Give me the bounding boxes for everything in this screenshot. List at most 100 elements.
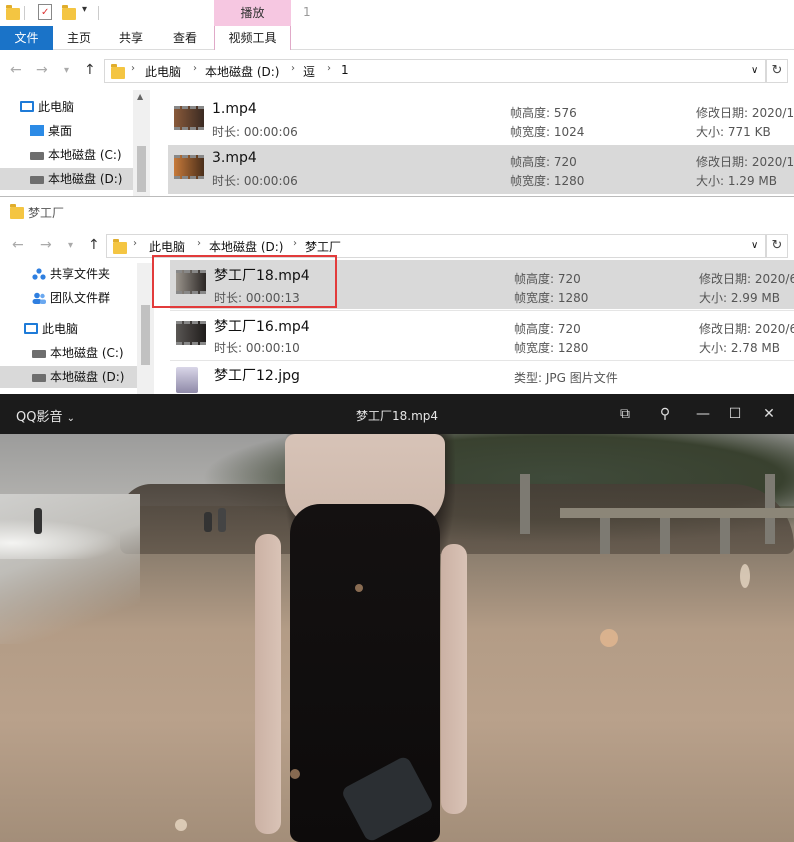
nav-this-pc[interactable]: 此电脑 [24, 318, 78, 340]
chevron-right-icon: › [291, 63, 295, 74]
scene-subject [255, 434, 475, 842]
tab-view[interactable]: 查看 [162, 26, 208, 50]
nav-shared-folder[interactable]: 共享文件夹 [32, 263, 110, 285]
file-row[interactable]: 梦工厂16.mp4 时长: 00:00:10 帧高度: 720 帧宽度: 128… [170, 310, 794, 359]
player-title-bar: QQ影音 ⌄ 梦工厂18.mp4 ⧉ ⚲ — ☐ ✕ [0, 394, 794, 434]
refresh-button[interactable]: ↻ [766, 234, 788, 258]
bokeh-light [355, 584, 363, 592]
file-row[interactable]: 梦工厂12.jpg 类型: JPG 图片文件 [170, 360, 794, 395]
tab-file[interactable]: 文件 [0, 26, 53, 50]
toolbar-divider [24, 6, 25, 20]
subject-arm-left [255, 534, 281, 834]
qq-player-window: QQ影音 ⌄ 梦工厂18.mp4 ⧉ ⚲ — ☐ ✕ [0, 394, 794, 842]
breadcrumb-this-pc[interactable]: 此电脑 [145, 63, 181, 80]
breadcrumb-drive-d[interactable]: 本地磁盘 (D:) [209, 238, 283, 255]
forward-icon[interactable]: → [36, 62, 48, 78]
scene-sea [0, 494, 140, 644]
file-row[interactable]: 1.mp4 时长: 00:00:06 帧高度: 576 帧宽度: 1024 修改… [168, 96, 794, 145]
forward-icon[interactable]: → [40, 237, 52, 253]
nav-label: 本地磁盘 (D:) [50, 370, 125, 384]
new-folder-icon[interactable] [62, 5, 76, 20]
nav-label: 桌面 [48, 124, 73, 138]
drive-icon [30, 151, 44, 160]
scrollbar-thumb[interactable] [141, 305, 150, 365]
breadcrumb-subfolder[interactable]: 1 [341, 63, 349, 77]
properties-icon[interactable]: ✓ [38, 4, 52, 20]
back-icon[interactable]: ← [12, 237, 24, 253]
nav-desktop[interactable]: 桌面 [30, 120, 72, 142]
nav-label: 此电脑 [38, 100, 75, 114]
nav-team-group[interactable]: 团队文件群 [32, 287, 110, 309]
tab-home[interactable]: 主页 [56, 26, 102, 50]
breadcrumb-folder[interactable]: 梦工厂 [305, 238, 341, 255]
mini-mode-icon[interactable]: ⧉ [614, 403, 636, 425]
file-name: 梦工厂12.jpg [214, 368, 300, 384]
frame-width: 帧宽度: 1280 [514, 341, 589, 355]
nav-drive-d[interactable]: 本地磁盘 (D:) [0, 366, 137, 388]
file-size: 大小: 2.78 MB [699, 341, 780, 355]
navigation-pane: 共享文件夹 团队文件群 此电脑 本地磁盘 (C:) 本地磁盘 (D:) [0, 263, 154, 395]
quick-access-toolbar: ✓ ▾ 播放 1 [0, 0, 794, 26]
navigation-pane: 此电脑 桌面 本地磁盘 (C:) 本地磁盘 (D:) ▲ [0, 90, 150, 196]
scroll-up-icon[interactable]: ▲ [137, 92, 143, 101]
nav-this-pc[interactable]: 此电脑 [20, 96, 74, 118]
up-icon[interactable]: ↑ [84, 62, 96, 78]
chevron-right-icon: › [327, 63, 331, 74]
chevron-right-icon: › [131, 63, 135, 74]
customize-arrow-icon[interactable]: ▾ [82, 4, 87, 15]
back-icon[interactable]: ← [10, 62, 22, 78]
video-frame[interactable] [0, 434, 794, 842]
nav-drive-d[interactable]: 本地磁盘 (D:) [0, 168, 133, 190]
nav-label: 此电脑 [42, 322, 79, 336]
video-thumbnail-icon [174, 106, 204, 130]
file-duration: 时长: 00:00:06 [212, 174, 298, 188]
file-name: 1.mp4 [212, 101, 257, 117]
ribbon-tabs: 文件 主页 共享 查看 [0, 26, 794, 50]
scene-person [34, 508, 42, 534]
desktop-icon [30, 125, 44, 136]
folder-icon [111, 64, 125, 79]
window-title: 梦工厂 [28, 206, 65, 220]
breadcrumb-drive-d[interactable]: 本地磁盘 (D:) [205, 63, 279, 80]
chevron-down-icon[interactable]: ∨ [751, 240, 758, 251]
folder-icon[interactable] [6, 5, 20, 20]
minimize-icon[interactable]: — [692, 403, 714, 425]
nav-drive-c[interactable]: 本地磁盘 (C:) [32, 342, 124, 364]
nav-drive-c[interactable]: 本地磁盘 (C:) [30, 144, 122, 166]
pin-icon[interactable]: ⚲ [654, 403, 676, 425]
frame-height: 帧高度: 720 [514, 322, 581, 336]
bokeh-light [600, 629, 618, 647]
video-thumbnail-icon [174, 155, 204, 179]
tab-video-tools[interactable]: 视频工具 [214, 26, 291, 50]
scene-person [204, 512, 212, 532]
video-thumbnail-icon [176, 321, 206, 345]
frame-width: 帧宽度: 1024 [510, 125, 585, 139]
scrollbar-thumb[interactable] [137, 146, 146, 192]
close-icon[interactable]: ✕ [758, 403, 780, 425]
toolbar-divider [98, 6, 99, 20]
nav-label: 本地磁盘 (C:) [50, 346, 124, 360]
computer-icon [24, 323, 38, 334]
chevron-down-icon[interactable]: ∨ [751, 65, 758, 76]
modified-date: 修改日期: 2020/1 [696, 106, 794, 120]
file-row-selected[interactable]: 3.mp4 时长: 00:00:06 帧高度: 720 帧宽度: 1280 修改… [168, 145, 794, 194]
context-header-play: 播放 [214, 0, 291, 26]
pier-walkway [560, 508, 794, 518]
pier-post [520, 474, 530, 534]
refresh-button[interactable]: ↻ [766, 59, 788, 83]
file-size: 大小: 771 KB [696, 125, 771, 139]
image-thumbnail-icon [176, 367, 198, 393]
scene-person [218, 508, 226, 532]
address-input[interactable]: › 此电脑 › 本地磁盘 (D:) › 逗 › 1 ∨ [104, 59, 766, 83]
recent-dropdown-icon[interactable]: ▾ [64, 65, 69, 76]
nav-scrollbar[interactable]: ▲ [133, 90, 150, 196]
folder-icon [113, 239, 127, 254]
up-icon[interactable]: ↑ [88, 237, 100, 253]
maximize-icon[interactable]: ☐ [724, 403, 746, 425]
frame-height: 帧高度: 576 [510, 106, 577, 120]
tab-share[interactable]: 共享 [108, 26, 154, 50]
file-duration: 时长: 00:00:06 [212, 125, 298, 139]
breadcrumb-this-pc[interactable]: 此电脑 [149, 238, 185, 255]
recent-dropdown-icon[interactable]: ▾ [68, 240, 73, 251]
breadcrumb-folder[interactable]: 逗 [303, 63, 315, 80]
